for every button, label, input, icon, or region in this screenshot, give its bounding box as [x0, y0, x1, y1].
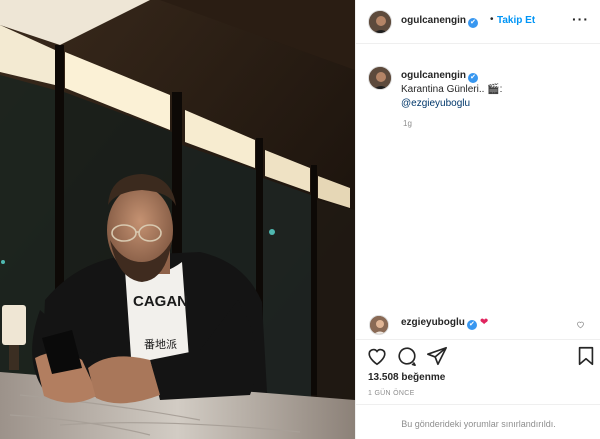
share-icon[interactable]	[426, 345, 448, 367]
bookmark-icon[interactable]	[575, 345, 597, 367]
comment-item: ezgieyuboglu ✔ ❤	[401, 317, 488, 330]
verified-badge-icon: ✔	[468, 18, 478, 28]
comments-restricted-notice: Bu gönderideki yorumlar sınırlandırıldı.	[401, 419, 556, 429]
caption-time[interactable]: 1g	[403, 119, 412, 128]
shirt-text: CAGAN	[133, 293, 188, 310]
verified-badge-icon: ✔	[466, 320, 477, 330]
verified-badge-icon: ✔	[468, 73, 478, 83]
action-bar	[356, 339, 600, 369]
post-caption: ogulcanengin ✔ Karantina Günleri.. 🎬: @ez…	[401, 69, 591, 111]
like-heart-icon[interactable]	[366, 345, 388, 367]
post-panel: ogulcanengin ✔ • Takip Et ··· ogulcanengi…	[355, 0, 600, 439]
like-count[interactable]: 13.508 beğenme	[368, 372, 445, 383]
more-options-icon[interactable]: ···	[572, 11, 589, 27]
comment-like-heart-icon[interactable]	[576, 320, 585, 331]
caption-username[interactable]: ogulcanengin	[401, 70, 466, 81]
post-photo-image: CAGAN 番地派	[0, 0, 355, 439]
caption-text: Karantina Günleri.. 🎬:	[401, 84, 503, 95]
comment-avatar[interactable]	[369, 315, 389, 335]
post-header: ogulcanengin ✔ • Takip Et ···	[356, 0, 600, 44]
caption-mention-link[interactable]: @ezgieyuboglu	[401, 97, 591, 111]
svg-text:番地派: 番地派	[144, 338, 177, 351]
user-avatar[interactable]	[368, 10, 392, 34]
separator-dot: •	[490, 14, 494, 25]
comment-icon[interactable]	[396, 345, 418, 367]
caption-avatar[interactable]	[368, 66, 392, 90]
comment-heart-emoji: ❤	[479, 317, 489, 328]
post-photo[interactable]: CAGAN 番地派	[0, 0, 355, 439]
username-link[interactable]: ogulcanengin ✔	[401, 15, 478, 28]
comments-footer: Bu gönderideki yorumlar sınırlandırıldı.	[356, 404, 600, 439]
post-date[interactable]: 1 GÜN ÖNCE	[368, 390, 415, 397]
follow-button[interactable]: Takip Et	[497, 15, 535, 26]
username[interactable]: ogulcanengin	[401, 15, 466, 26]
comment-username[interactable]: ezgieyuboglu	[401, 317, 465, 328]
